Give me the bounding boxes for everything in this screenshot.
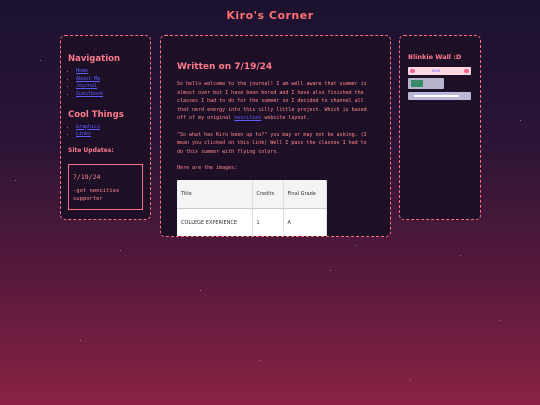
table-cell-grade: A bbox=[283, 208, 327, 236]
grades-table-container[interactable]: Title Credits Final Grade COLLEGE EXPERI… bbox=[177, 179, 327, 236]
navigation-heading: Navigation bbox=[68, 54, 120, 64]
table-cell-credits: 1 bbox=[252, 208, 284, 236]
update-date: 7/19/24 bbox=[73, 173, 101, 181]
nav-item-about: About Me bbox=[76, 76, 143, 83]
post-paragraph-1: So hello welcome to the journal! I am we… bbox=[177, 80, 374, 123]
blinkie-wall-heading: Blinkie Wall :D bbox=[408, 53, 462, 61]
table-header-credits: Credits bbox=[252, 179, 284, 209]
site-updates-heading: Site Updates: bbox=[68, 147, 114, 154]
right-sidebar: Blinkie Wall :D love bbox=[399, 35, 481, 220]
nav-link-home[interactable]: Home bbox=[76, 68, 88, 74]
post-paragraph-3: Here are the images: bbox=[177, 165, 238, 171]
hearts-blinkie: love bbox=[408, 67, 471, 75]
table-header-row: Title Credits Final Grade bbox=[177, 179, 327, 209]
site-title: Kiro's Corner bbox=[226, 9, 314, 22]
hearts-blinkie-text: love bbox=[432, 68, 441, 73]
table-cell-title: COLLEGE EXPERIENCE bbox=[177, 208, 253, 236]
grades-table: Title Credits Final Grade COLLEGE EXPERI… bbox=[177, 179, 327, 236]
cool-item-links: Links bbox=[76, 131, 143, 138]
stripe-blinkie bbox=[408, 92, 471, 100]
cool-things-heading: Cool Things bbox=[68, 109, 124, 120]
nav-link-about[interactable]: About Me bbox=[76, 76, 100, 82]
cool-link-links[interactable]: Links bbox=[76, 131, 91, 137]
neocities-link[interactable]: neocities bbox=[234, 115, 261, 121]
update-text: -got neocities supporter bbox=[73, 188, 120, 202]
post-title: Written on 7/19/24 bbox=[177, 62, 273, 72]
table-header-title: Title bbox=[177, 179, 253, 209]
left-sidebar: Navigation Home About Me Journal Guestbo… bbox=[60, 35, 151, 220]
nav-link-guestbook[interactable]: Guestbook bbox=[76, 91, 103, 97]
nav-item-home: Home bbox=[76, 68, 143, 75]
post-paragraph-1-tail: website layout. bbox=[264, 115, 310, 121]
table-row: COLLEGE EXPERIENCE 1 A bbox=[177, 208, 327, 236]
nav-item-journal: Journal bbox=[76, 83, 143, 90]
game-blinkie bbox=[408, 78, 444, 89]
post-paragraph-2: "So what has Kiro been up to?" you may o… bbox=[177, 131, 367, 155]
navigation-list: Home About Me Journal Guestbook bbox=[68, 68, 143, 98]
cool-item-graphics: Graphics bbox=[76, 124, 143, 131]
main-content: Written on 7/19/24 So hello welcome to t… bbox=[160, 35, 391, 237]
nav-item-guestbook: Guestbook bbox=[76, 91, 143, 98]
table-header-grade: Final Grade bbox=[283, 179, 327, 209]
cool-things-list: Graphics Links bbox=[68, 124, 143, 139]
update-entry: 7/19/24 -got neocities supporter bbox=[68, 164, 143, 210]
cool-link-graphics[interactable]: Graphics bbox=[76, 124, 100, 130]
nav-link-journal[interactable]: Journal bbox=[76, 83, 97, 89]
